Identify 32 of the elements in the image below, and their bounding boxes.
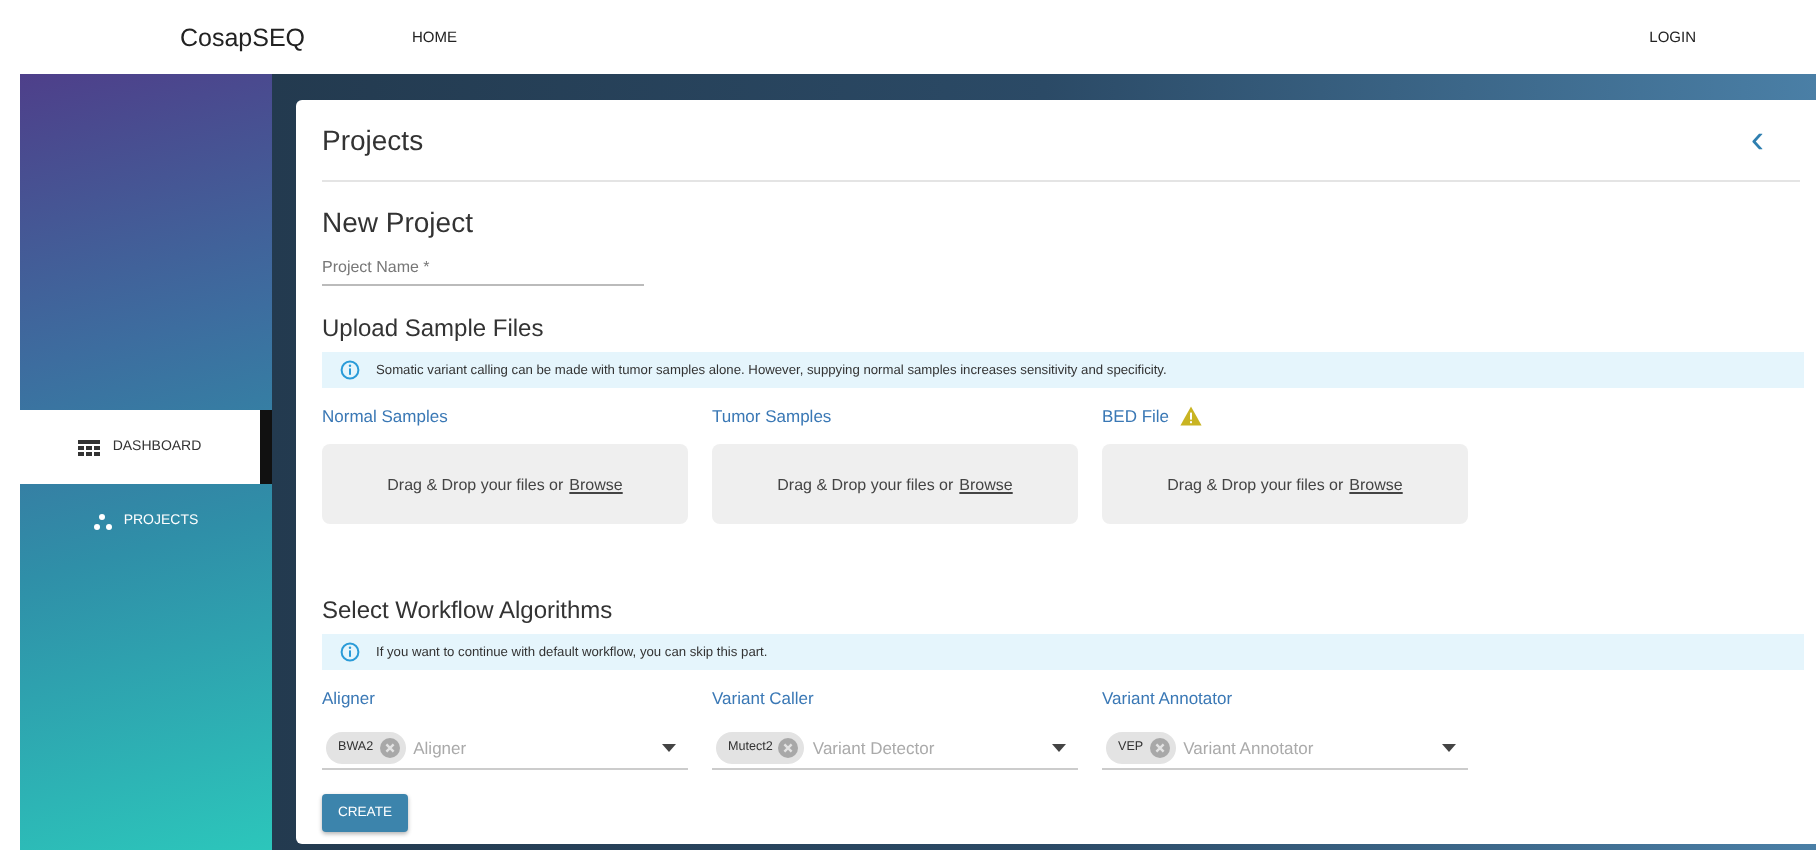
info-icon [340,360,360,380]
table-icon [78,439,101,455]
select-placeholder: Aligner [413,737,469,757]
back-chevron[interactable]: ‹ [1750,120,1764,160]
browse-link[interactable]: Browse [959,475,1013,493]
select-placeholder: Variant Annotator [1183,737,1316,757]
section-heading: Select Workflow Algorithms [322,596,615,624]
info-icon [340,642,360,662]
upload-label: Tumor Samples [712,406,832,426]
drop-zone[interactable]: Drag & Drop your files or Browse [712,444,1078,524]
drop-text: Drag & Drop your files or [387,475,564,493]
dropdown-icon[interactable] [1442,743,1456,751]
drop-zone[interactable]: Drag & Drop your files or Browse [322,444,688,524]
select-label: Variant Caller [712,688,814,708]
select-placeholder: Variant Detector [812,737,937,757]
brand-name[interactable]: CosapSEQ [180,23,412,51]
drop-zone[interactable]: Drag & Drop your files or Browse [1102,444,1468,524]
section-heading: New Project [322,206,475,238]
upload-label: Normal Samples [322,406,448,426]
card-title: Projects [322,124,424,156]
dropdown-icon[interactable] [1052,743,1066,751]
drop-text: Drag & Drop your files or [777,475,954,493]
browse-link[interactable]: Browse [569,475,623,493]
dropdown-icon[interactable] [662,743,676,751]
drop-text: Drag & Drop your files or [1167,475,1344,493]
upload-label: BED File [1102,406,1170,426]
select-label: Aligner [322,688,375,708]
section-heading: Upload Sample Files [322,314,546,342]
project-name-field[interactable]: Project Name * [322,258,644,286]
dots-icon [93,513,112,529]
select-label: Variant Annotator [1102,688,1233,708]
browse-link[interactable]: Browse [1349,475,1403,493]
